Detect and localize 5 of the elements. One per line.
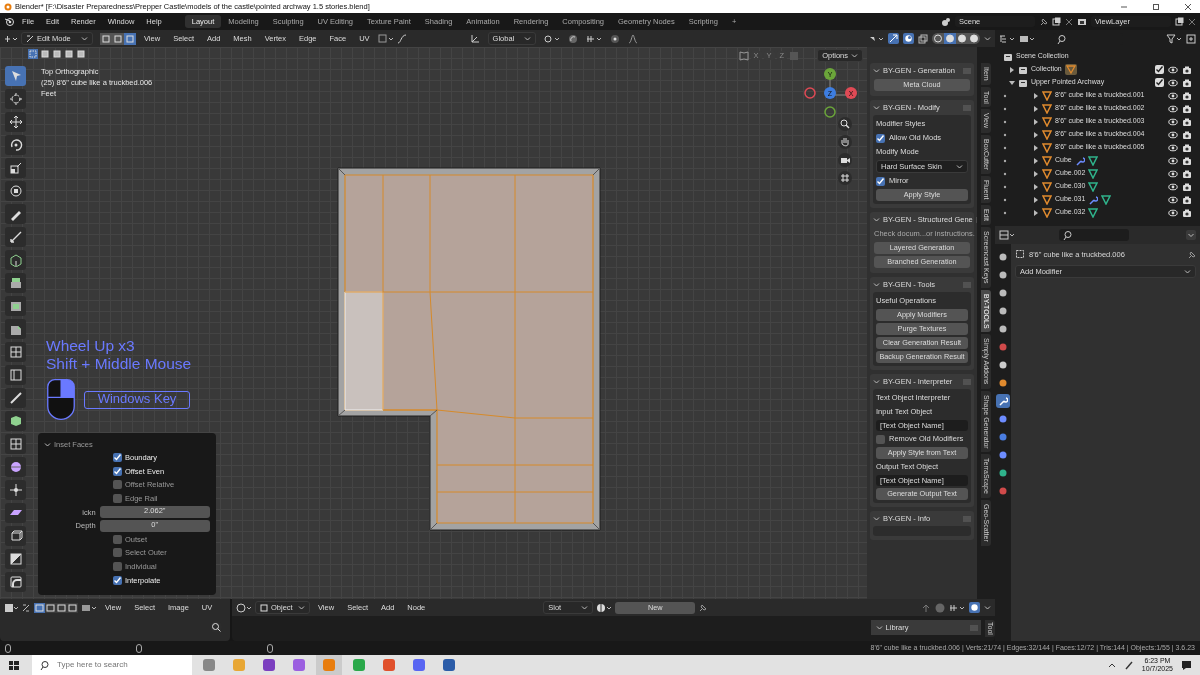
taskbar-search-field[interactable]: Type here to search bbox=[55, 659, 185, 671]
taskbar-search-box[interactable]: Type here to search bbox=[32, 655, 192, 675]
key-press-text: Wheel Up x3 bbox=[46, 337, 135, 355]
key-press-label: Windows Key bbox=[84, 391, 190, 410]
key-press-text: Shift + Middle Mouse bbox=[46, 355, 192, 373]
